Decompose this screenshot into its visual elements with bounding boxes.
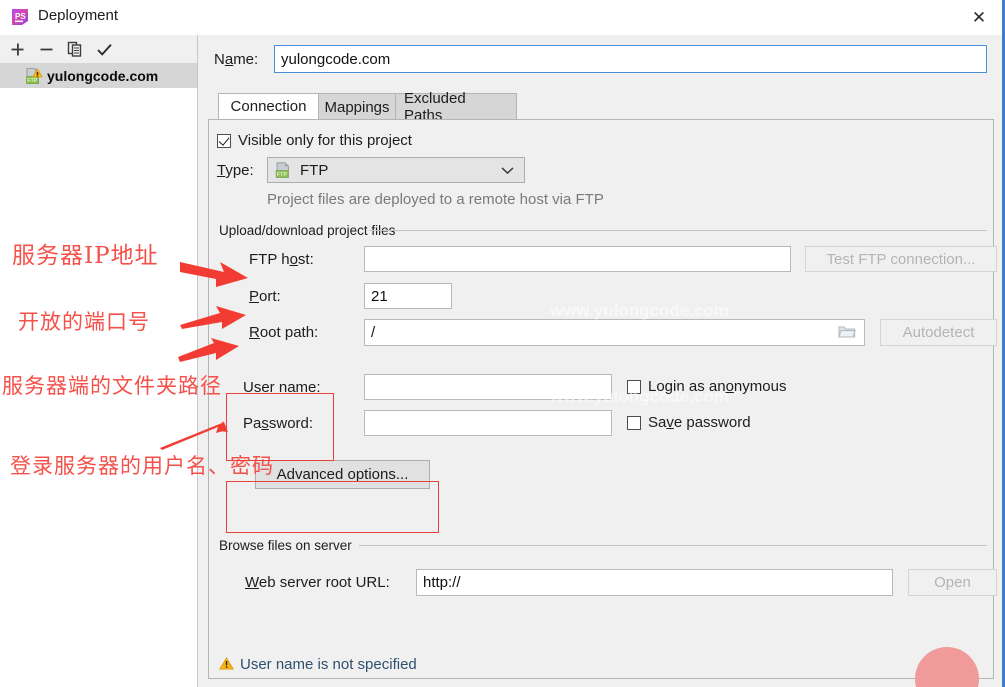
web-root-url-input[interactable]: http:// [416,569,893,596]
arrow-to-root-path [178,338,239,362]
use-as-default-button[interactable] [91,37,117,61]
type-hint: Project files are deployed to a remote h… [267,191,604,208]
web-root-url-label: Web server root URL: [245,574,390,591]
port-label: Port: [249,288,281,305]
settings-tabs: Connection Mappings Excluded Paths [208,90,998,124]
note-server-folder-path: 服务器端的文件夹路径 [2,374,222,398]
folder-icon[interactable] [838,324,856,343]
tab-connection[interactable]: Connection [218,93,319,120]
name-label: Name: [214,51,259,68]
checkbox-box [217,133,231,148]
type-combobox[interactable]: FTP FTP [267,157,525,183]
save-password-label: Save password [648,414,751,431]
arrow-to-credentials [160,421,228,450]
login-anonymous-label: Login as anonymous [648,378,787,395]
arrow-to-port [180,306,246,329]
title-bar: PS Deployment ✕ [0,0,1002,35]
port-input[interactable]: 21 [364,283,452,309]
login-anonymous-checkbox[interactable]: Login as anonymous [627,378,786,395]
visible-only-label: Visible only for this project [238,132,412,149]
warning-text: User name is not specified [240,656,417,673]
window-title: Deployment [38,7,119,24]
root-path-label: Root path: [249,324,319,341]
ftp-host-input[interactable] [364,246,791,272]
tab-mappings[interactable]: Mappings [318,93,396,120]
checkbox-box [627,379,641,394]
type-label: Type: [217,162,254,179]
svg-text:FTP: FTP [277,172,288,178]
test-ftp-connection-button[interactable]: Test FTP connection... [805,246,997,272]
root-path-input[interactable]: / [364,319,865,346]
visible-only-checkbox[interactable]: Visible only for this project [217,132,412,149]
name-input[interactable] [274,45,987,73]
user-name-input[interactable] [364,374,612,400]
warning-icon [218,656,235,673]
svg-text:PS: PS [15,12,26,21]
ftp-icon: FTP [275,162,292,178]
highlight-advanced-options-box [226,481,439,533]
list-item-label: yulongcode.com [47,68,159,84]
list-item[interactable]: FTP yulongcode.com [0,64,197,88]
add-button[interactable] [4,37,30,61]
arrow-to-ftp-host [180,262,248,287]
deployment-settings-pane: Name: Connection Mappings Excluded Paths… [198,35,1002,687]
note-open-port: 开放的端口号 [18,310,150,334]
decorative-blob [915,647,979,687]
password-input[interactable] [364,410,612,436]
autodetect-button[interactable]: Autodetect [880,319,997,346]
close-icon[interactable]: ✕ [956,0,1002,35]
group-divider-2 [359,545,987,546]
checkbox-box [627,415,641,430]
open-button[interactable]: Open [908,569,997,596]
copy-button[interactable] [62,37,88,61]
remove-button[interactable] [33,37,59,61]
ftp-warning-icon: FTP [26,68,43,84]
deployment-dialog: PS Deployment ✕ FTP yulongcode.com Name:… [0,0,1005,687]
chevron-down-icon [501,162,514,179]
phpstorm-icon: PS [10,7,30,27]
server-list-toolbar [0,35,197,64]
svg-text:FTP: FTP [27,78,38,84]
group-divider [369,230,987,231]
save-password-checkbox[interactable]: Save password [627,414,751,431]
highlight-credentials-box [226,393,334,461]
server-list-pane: FTP yulongcode.com [0,35,198,687]
tab-excluded-paths[interactable]: Excluded Paths [395,90,517,124]
name-row: Name: [198,45,1002,75]
type-value: FTP [300,161,329,179]
warning-row: User name is not specified [218,651,417,678]
note-server-ip: 服务器IP地址 [12,243,159,269]
root-path-value: / [371,324,376,341]
browse-group-title: Browse files on server [215,538,356,553]
ftp-host-label: FTP host: [249,251,314,268]
